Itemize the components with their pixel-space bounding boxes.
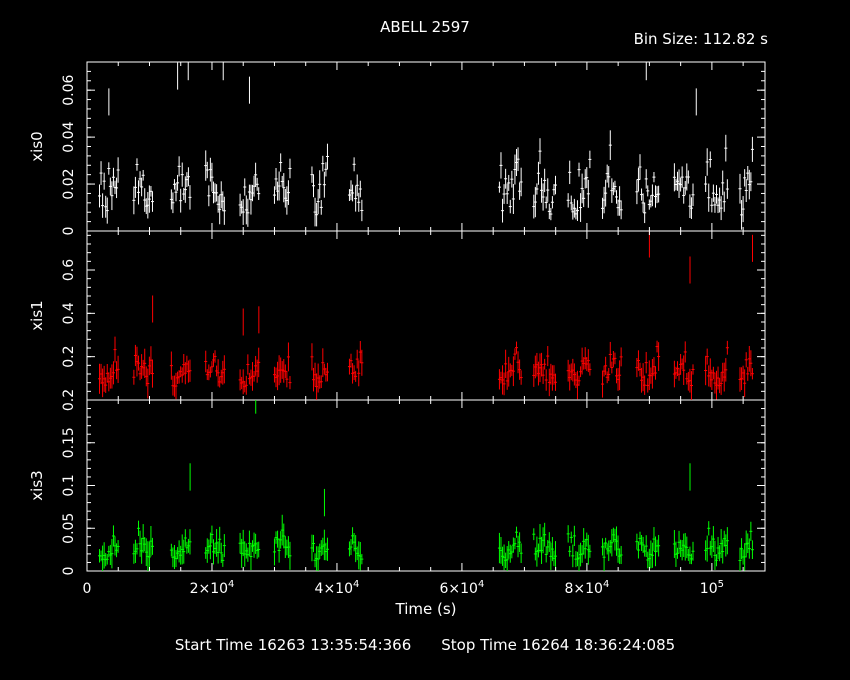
- data-marks: [97, 62, 754, 571]
- ylabel-xis1: xis1: [28, 300, 46, 330]
- ytick-label: 0.02: [61, 168, 77, 199]
- ytick-label: 0.2: [61, 389, 77, 411]
- light-curve-chart: 0 0.02 0.04 0.06 xis0 0.2 0.4 0.6 xis1 0 0.05 0.1 0.…: [28, 61, 766, 618]
- time-range: Start Time 16263 13:35:54:366 Stop Time 1…: [0, 636, 850, 654]
- ytick-label: 0.1: [61, 474, 77, 496]
- xtick-label: 8×104: [564, 579, 609, 597]
- ytick-label: 0.04: [61, 121, 77, 152]
- ytick-label: 0.05: [61, 513, 77, 544]
- xtick-label: 4×104: [315, 579, 360, 597]
- ytick-label: 0.6: [61, 259, 77, 281]
- ytick-label: 0.06: [61, 74, 77, 105]
- axis-labels: 0 0.02 0.04 0.06 xis0 0.2 0.4 0.6 xis1 0 0.05 0.1 0.…: [28, 74, 724, 618]
- axis-ticks: [86, 61, 765, 572]
- ylabel-xis3: xis3: [28, 470, 46, 500]
- xtick-label: 6×104: [440, 579, 485, 597]
- xtick-label: 0: [83, 581, 92, 597]
- plot-frames: [86, 61, 766, 572]
- ytick-label: 0: [61, 227, 77, 236]
- ytick-label: 0.2: [61, 346, 77, 368]
- xlabel: Time (s): [395, 600, 457, 618]
- xtick-label: 105: [700, 579, 724, 597]
- stop-time: Stop Time 16264 18:36:24:085: [441, 636, 676, 654]
- panel-frame-xis0: [86, 61, 766, 232]
- xtick-label: 2×104: [190, 579, 235, 597]
- ylabel-xis0: xis0: [28, 131, 46, 161]
- ytick-label: 0.4: [61, 302, 77, 324]
- start-time: Start Time 16263 13:35:54:366: [174, 636, 412, 654]
- ytick-label: 0: [61, 567, 77, 576]
- ytick-label: 0.15: [61, 427, 77, 458]
